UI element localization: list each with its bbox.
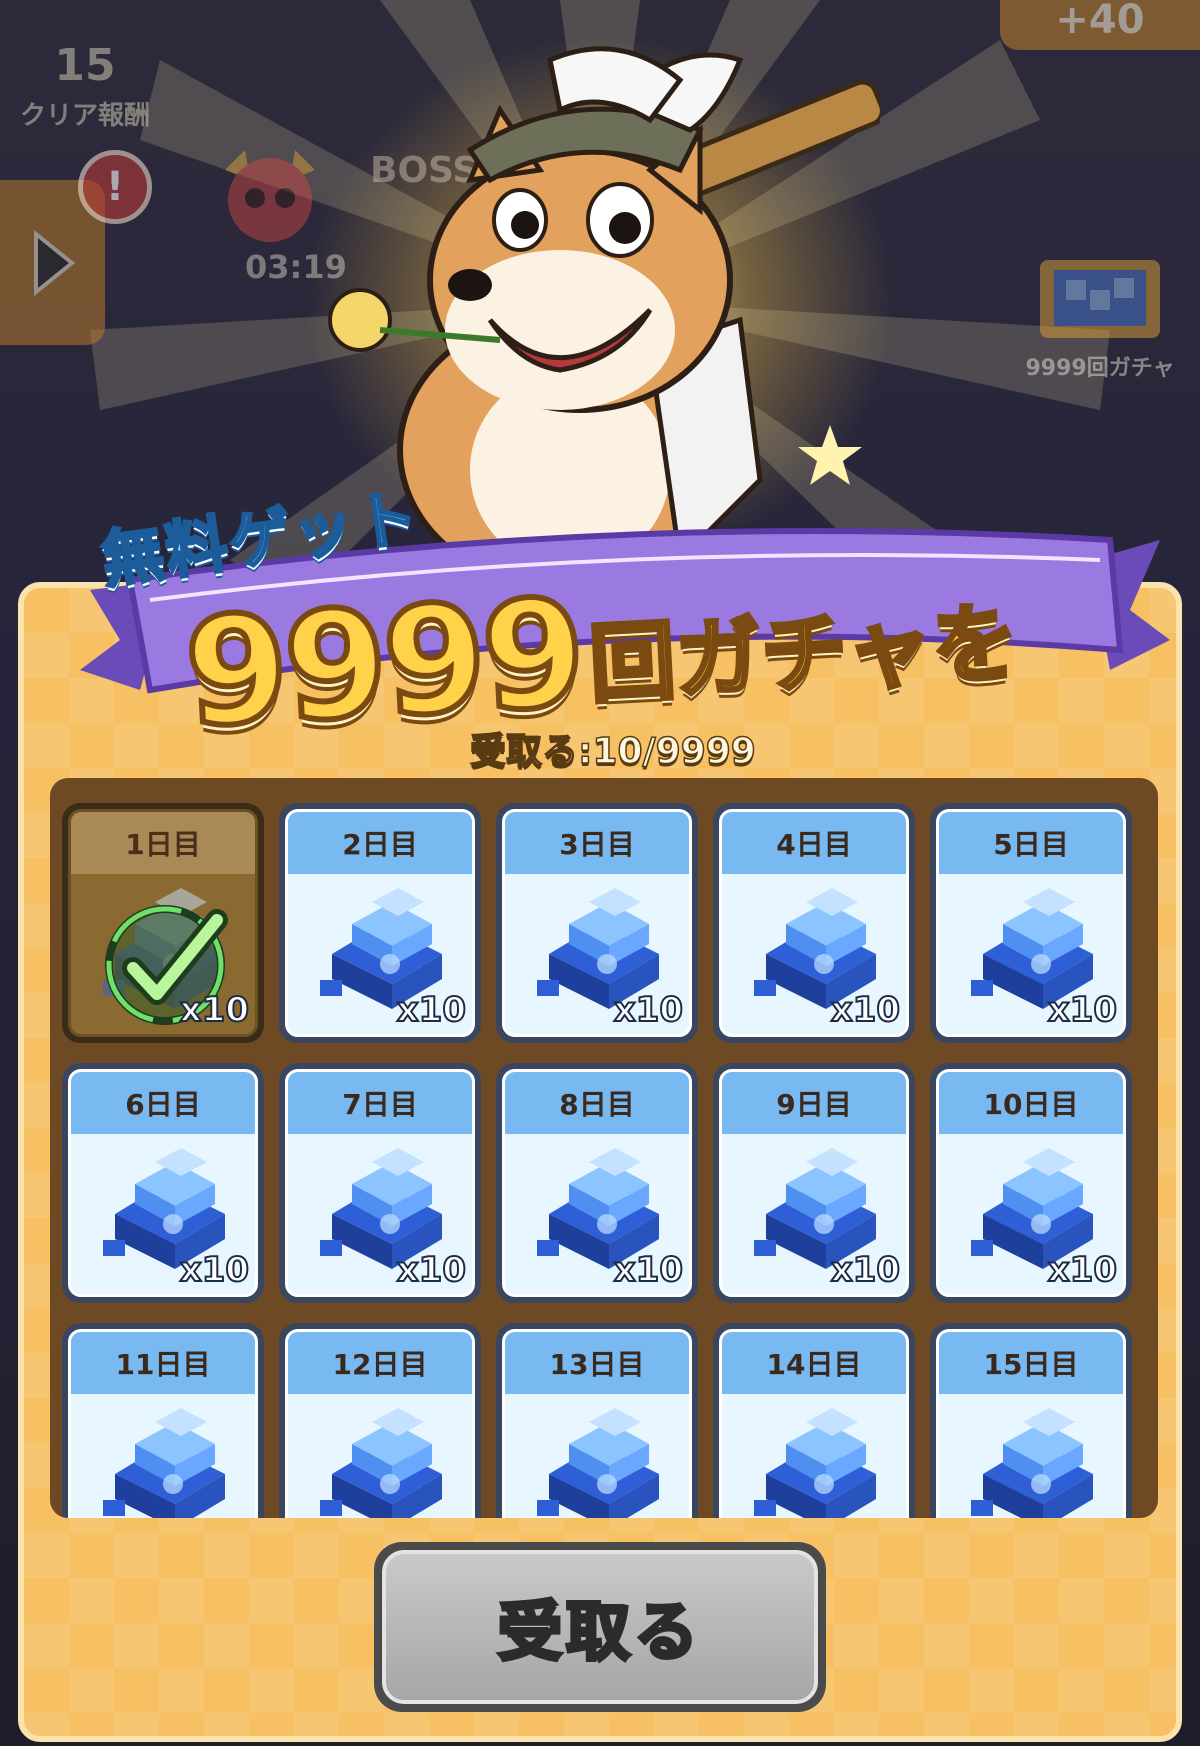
day-card-body: 7日目 x10 (285, 1069, 475, 1297)
plus-counter-badge[interactable]: +40 (1000, 0, 1200, 50)
day-label: 4日目 (722, 812, 906, 874)
gacha-machine-icon (1040, 260, 1160, 338)
day-card-body: 13日目 (502, 1329, 692, 1518)
gacha-shortcut-label: 9999回ガチャ (1025, 356, 1175, 381)
reward-quantity: x10 (1047, 989, 1118, 1031)
day-label: 8日目 (505, 1072, 689, 1134)
day-card-body: 10日目 x10 (936, 1069, 1126, 1297)
day-card-body: 4日目 x10 (719, 809, 909, 1037)
day-label: 6日目 (71, 1072, 255, 1134)
day-label: 10日目 (939, 1072, 1123, 1134)
day-label: 12日目 (288, 1332, 472, 1394)
day-reward-card[interactable]: 10日目 x10 (930, 1063, 1132, 1303)
blue-gem-icon (320, 1408, 442, 1518)
day-reward-card[interactable]: 13日目 (496, 1323, 698, 1518)
claim-button[interactable]: 受取る (374, 1542, 826, 1712)
day-label: 13日目 (505, 1332, 689, 1394)
reward-quantity: x10 (179, 1249, 250, 1291)
play-arrow-icon (33, 229, 75, 296)
reward-quantity: x10 (830, 1249, 901, 1291)
reward-quantity: x10 (179, 989, 250, 1031)
blue-gem-icon (754, 1408, 876, 1518)
day-reward-card[interactable]: 7日目 x10 (279, 1063, 481, 1303)
clear-reward-value: 15 (54, 40, 116, 91)
blue-gem-icon (103, 1408, 225, 1518)
reward-quantity: x10 (396, 989, 467, 1031)
day-reward-card[interactable]: 1日目 x10 (62, 803, 264, 1043)
day-label: 5日目 (939, 812, 1123, 874)
claim-button-face: 受取る (382, 1550, 818, 1704)
day-label: 1日目 (71, 812, 255, 874)
clear-reward-indicator: 15 クリア報酬 (10, 40, 160, 132)
day-card-body: 12日目 (285, 1329, 475, 1518)
alert-badge: ! (78, 150, 152, 224)
day-label: 14日目 (722, 1332, 906, 1394)
day-card-body: 8日目 x10 (502, 1069, 692, 1297)
day-label: 15日目 (939, 1332, 1123, 1394)
day-card-body: 11日目 (68, 1329, 258, 1518)
day-card-body: 9日目 x10 (719, 1069, 909, 1297)
reward-quantity: x10 (396, 1249, 467, 1291)
day-reward-card[interactable]: 6日目 x10 (62, 1063, 264, 1303)
daily-reward-grid: 1日目 x10 2日目 x10 3日目 x10 4日目 x10 5日目 x10 6日目 x10 7日目 x… (62, 803, 1132, 1518)
reward-quantity: x10 (830, 989, 901, 1031)
reward-quantity: x10 (1047, 1249, 1118, 1291)
reward-quantity: x10 (613, 989, 684, 1031)
blue-gem-icon (537, 1408, 659, 1518)
day-label: 3日目 (505, 812, 689, 874)
reward-quantity: x10 (613, 1249, 684, 1291)
day-card-body: 15日目 (936, 1329, 1126, 1518)
day-reward-card[interactable]: 9日目 x10 (713, 1063, 915, 1303)
day-card-body: 6日目 x10 (68, 1069, 258, 1297)
banner-title-suffix: 回ガチャを (585, 591, 1023, 717)
day-card-body: 2日目 x10 (285, 809, 475, 1037)
day-card-body: 14日目 (719, 1329, 909, 1518)
day-reward-card[interactable]: 14日目 (713, 1323, 915, 1518)
day-label: 7日目 (288, 1072, 472, 1134)
day-card-body: 5日目 x10 (936, 809, 1126, 1037)
day-label: 9日目 (722, 1072, 906, 1134)
boss-skull-icon (225, 150, 315, 242)
claim-button-label: 受取る (496, 1594, 702, 1672)
day-reward-card[interactable]: 11日目 (62, 1323, 264, 1518)
daily-reward-grid-frame[interactable]: 1日目 x10 2日目 x10 3日目 x10 4日目 x10 5日目 x10 6日目 x10 7日目 x… (50, 778, 1158, 1518)
day-reward-card[interactable]: 8日目 x10 (496, 1063, 698, 1303)
day-reward-card[interactable]: 2日目 x10 (279, 803, 481, 1043)
day-reward-card[interactable]: 15日目 (930, 1323, 1132, 1518)
blue-gem-icon (971, 1408, 1093, 1518)
day-reward-card[interactable]: 5日目 x10 (930, 803, 1132, 1043)
day-label: 2日目 (288, 812, 472, 874)
day-reward-card[interactable]: 12日目 (279, 1323, 481, 1518)
clear-reward-label: クリア報酬 (19, 101, 150, 131)
day-label: 11日目 (71, 1332, 255, 1394)
day-reward-card[interactable]: 3日目 x10 (496, 803, 698, 1043)
day-reward-card[interactable]: 4日目 x10 (713, 803, 915, 1043)
claim-progress-text: 受取る:10/9999 (469, 730, 756, 773)
gacha-shortcut[interactable]: 9999回ガチャ (1000, 250, 1200, 382)
day-card-body: 1日目 x10 (68, 809, 258, 1037)
day-card-body: 3日目 x10 (502, 809, 692, 1037)
